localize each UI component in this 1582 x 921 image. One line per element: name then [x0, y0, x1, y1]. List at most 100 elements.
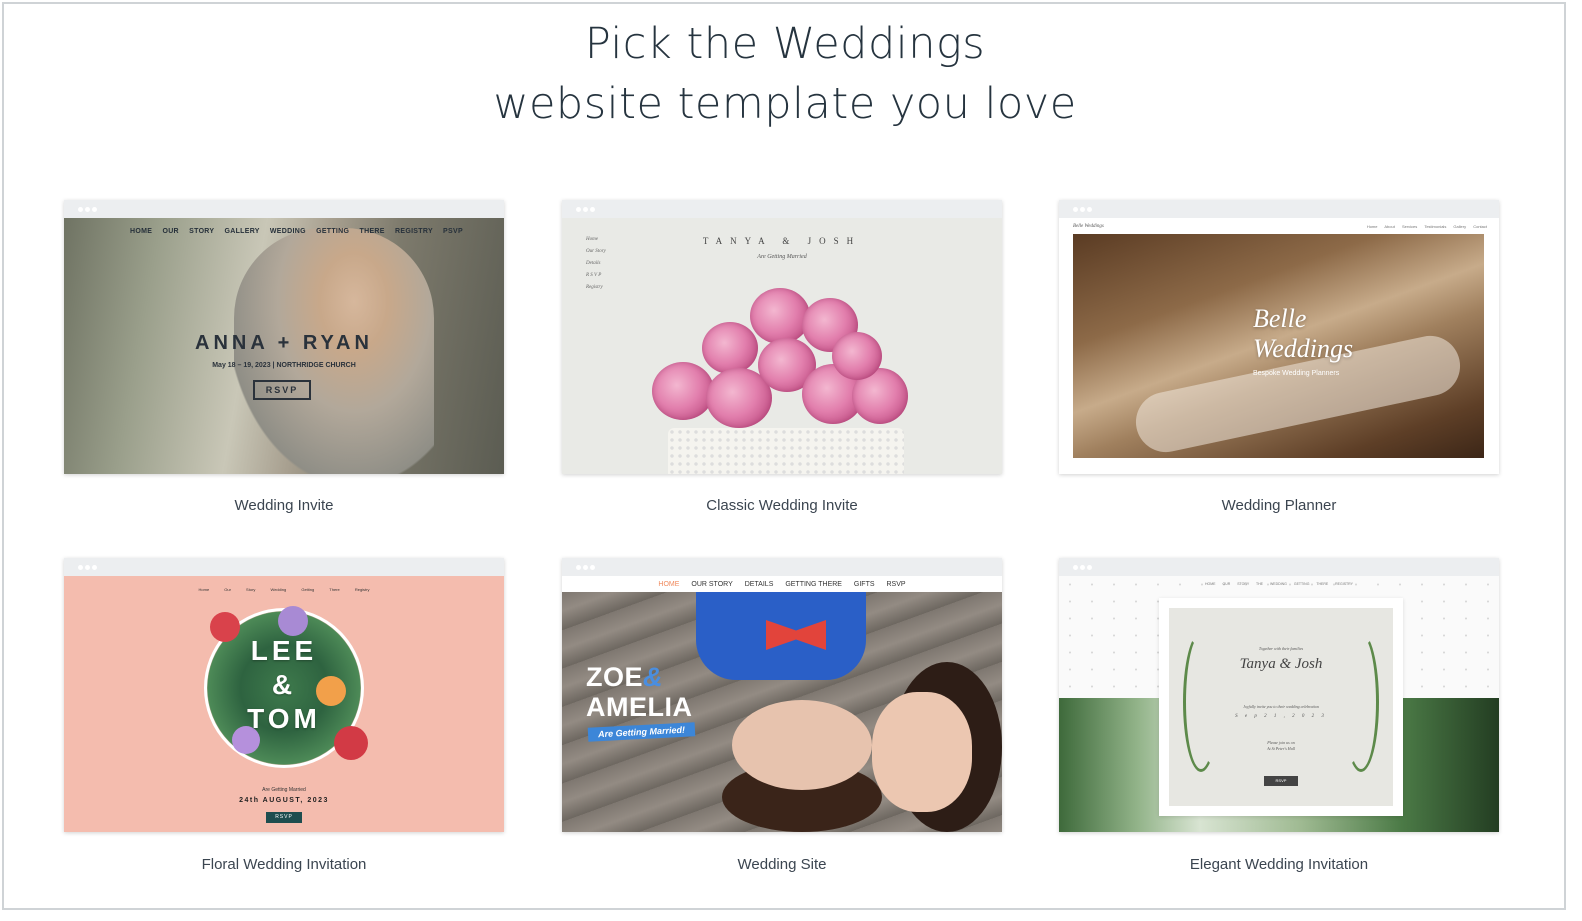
- preview-rsvp-button: RSVP: [253, 380, 311, 400]
- preview-logo: Belle Weddings: [1073, 224, 1104, 229]
- nav-item-details: DETAILS: [744, 581, 774, 588]
- name-line: AMELIA: [586, 692, 693, 722]
- name-line: ZOE: [586, 662, 644, 692]
- window-dot-icon: [590, 207, 595, 212]
- side-menu-item: Registry: [586, 285, 603, 290]
- preview-nav: Home Our Story Wedding Getting There Reg…: [198, 587, 370, 592]
- window-dot-icon: [1073, 207, 1078, 212]
- preview-tagline: Bespoke Wedding Planners: [1253, 370, 1340, 377]
- title-line: Belle: [1253, 304, 1307, 333]
- browser-bar: [562, 200, 1002, 218]
- browser-bar: [1059, 558, 1499, 576]
- nav-item-home: HOME: [658, 581, 680, 588]
- template-card-classic-wedding-invite[interactable]: Home Our Story Details R S V P Registry …: [562, 200, 1002, 474]
- template-preview: Home Our Story Details R S V P Registry …: [562, 218, 1002, 474]
- window-dot-icon: [590, 565, 595, 570]
- template-card-floral-wedding-invitation[interactable]: Home Our Story Wedding Getting There Reg…: [64, 558, 504, 832]
- name-line: LEE: [250, 635, 318, 666]
- page-frame: Pick the Weddings website template you l…: [2, 2, 1566, 910]
- window-dot-icon: [92, 207, 97, 212]
- preview-together: Together with their families: [1258, 646, 1304, 651]
- cake-image: [668, 428, 904, 474]
- window-dot-icon: [1080, 207, 1085, 212]
- nav-item-getting-there: GETTING THERE: [785, 581, 842, 588]
- preview-names: Tanya & Josh: [1239, 656, 1323, 672]
- couple-photo: ZOE& AMELIA Are Getting Married!: [562, 592, 1002, 832]
- browser-bar: [64, 200, 504, 218]
- preview-nav: HOME OUR STORY GALLERY WEDDING GETTING T…: [130, 228, 463, 235]
- window-dot-icon: [1073, 565, 1078, 570]
- window-dot-icon: [583, 565, 588, 570]
- window-dot-icon: [1087, 207, 1092, 212]
- template-preview: HOME OUR STORY DETAILS GETTING THERE GIF…: [562, 576, 1002, 832]
- template-card-wedding-planner[interactable]: Belle Weddings Home About Services Testi…: [1059, 200, 1499, 474]
- face-image: [732, 700, 872, 790]
- window-dot-icon: [576, 207, 581, 212]
- browser-bar: [1059, 200, 1499, 218]
- rose-image: [750, 288, 810, 344]
- reply-line: At St Peter's Hall: [1267, 746, 1295, 751]
- preview-names: LEE & TOM: [64, 634, 504, 736]
- preview-banner: Are Getting Married!: [587, 722, 696, 742]
- name-line: &: [271, 669, 297, 700]
- ampersand: &: [643, 662, 664, 692]
- preview-rsvp-button: RSVP: [1264, 776, 1298, 786]
- preview-date: S e p 2 1 , 2 0 2 3: [1235, 714, 1327, 719]
- browser-bar: [562, 558, 1002, 576]
- template-preview: HOME OUR STORY GALLERY WEDDING GETTING T…: [64, 218, 504, 474]
- rose-image: [702, 322, 758, 374]
- preview-married: Are Getting Married: [262, 787, 306, 793]
- preview-names: ZOE& AMELIA: [586, 662, 693, 722]
- template-card-elegant-wedding-invitation[interactable]: HOME OUR STORY THE WEDDING GETTING THERE…: [1059, 558, 1499, 832]
- nav-item-gifts: GIFTS: [853, 581, 875, 588]
- invitation-inner: Together with their families Tanya & Jos…: [1169, 608, 1393, 806]
- nav-item-rsvp: RSVP: [886, 581, 906, 588]
- flower-image: [278, 606, 308, 636]
- preview-nav: HOME OUR STORY DETAILS GETTING THERE GIF…: [562, 581, 1002, 588]
- window-dot-icon: [78, 207, 83, 212]
- preview-nav: HOME OUR STORY THE WEDDING GETTING THERE…: [1205, 582, 1353, 586]
- name-line: TOM: [247, 703, 321, 734]
- table-photo: Belle Weddings Bespoke Wedding Planners: [1073, 234, 1484, 458]
- preview-invite: Joyfully invite you to their wedding cel…: [1243, 704, 1319, 709]
- template-preview: Belle Weddings Home About Services Testi…: [1059, 218, 1499, 474]
- preview-date: 24th AUGUST, 2023: [239, 797, 329, 804]
- page-heading: Pick the Weddings website template you l…: [4, 14, 1566, 134]
- window-dot-icon: [583, 207, 588, 212]
- template-caption[interactable]: Wedding Site: [562, 856, 1002, 873]
- preview-reply: Please join us on At St Peter's Hall: [1169, 740, 1393, 752]
- preview-subtitle: Are Getting Married: [757, 254, 807, 260]
- side-menu-item: R S V P: [586, 273, 602, 278]
- nav-item-our-story: OUR STORY: [691, 581, 733, 588]
- invitation-card: Together with their families Tanya & Jos…: [1159, 598, 1403, 816]
- window-dot-icon: [85, 207, 90, 212]
- template-preview: HOME OUR STORY THE WEDDING GETTING THERE…: [1059, 576, 1499, 832]
- preview-rsvp-button: RSVP: [266, 812, 302, 823]
- template-caption[interactable]: Classic Wedding Invite: [562, 497, 1002, 514]
- heading-line-2: website template you love: [493, 79, 1077, 129]
- template-caption[interactable]: Floral Wedding Invitation: [64, 856, 504, 873]
- template-caption[interactable]: Elegant Wedding Invitation: [1059, 856, 1499, 873]
- window-dot-icon: [1080, 565, 1085, 570]
- face-image: [872, 692, 972, 812]
- template-caption[interactable]: Wedding Planner: [1059, 497, 1499, 514]
- template-caption[interactable]: Wedding Invite: [64, 497, 504, 514]
- rose-image: [652, 362, 714, 420]
- preview-menu: Home About Services Testimonials Gallery…: [1366, 224, 1487, 229]
- window-dot-icon: [78, 565, 83, 570]
- template-card-wedding-invite[interactable]: HOME OUR STORY GALLERY WEDDING GETTING T…: [64, 200, 504, 474]
- window-dot-icon: [92, 565, 97, 570]
- window-dot-icon: [576, 565, 581, 570]
- title-line: Weddings: [1253, 334, 1354, 363]
- preview-names: ANNA + RYAN: [195, 332, 373, 354]
- heading-line-1: Pick the Weddings: [584, 19, 986, 69]
- window-dot-icon: [85, 565, 90, 570]
- browser-bar: [64, 558, 504, 576]
- preview-couple: TANYA & JOSH: [702, 236, 862, 246]
- preview-title: Belle Weddings: [1253, 304, 1353, 364]
- template-card-wedding-site[interactable]: HOME OUR STORY DETAILS GETTING THERE GIF…: [562, 558, 1002, 832]
- window-dot-icon: [1087, 565, 1092, 570]
- template-preview: Home Our Story Wedding Getting There Reg…: [64, 576, 504, 832]
- rose-image: [832, 332, 882, 380]
- preview-date: May 18 – 19, 2023 | NORTHRIDGE CHURCH: [212, 362, 356, 369]
